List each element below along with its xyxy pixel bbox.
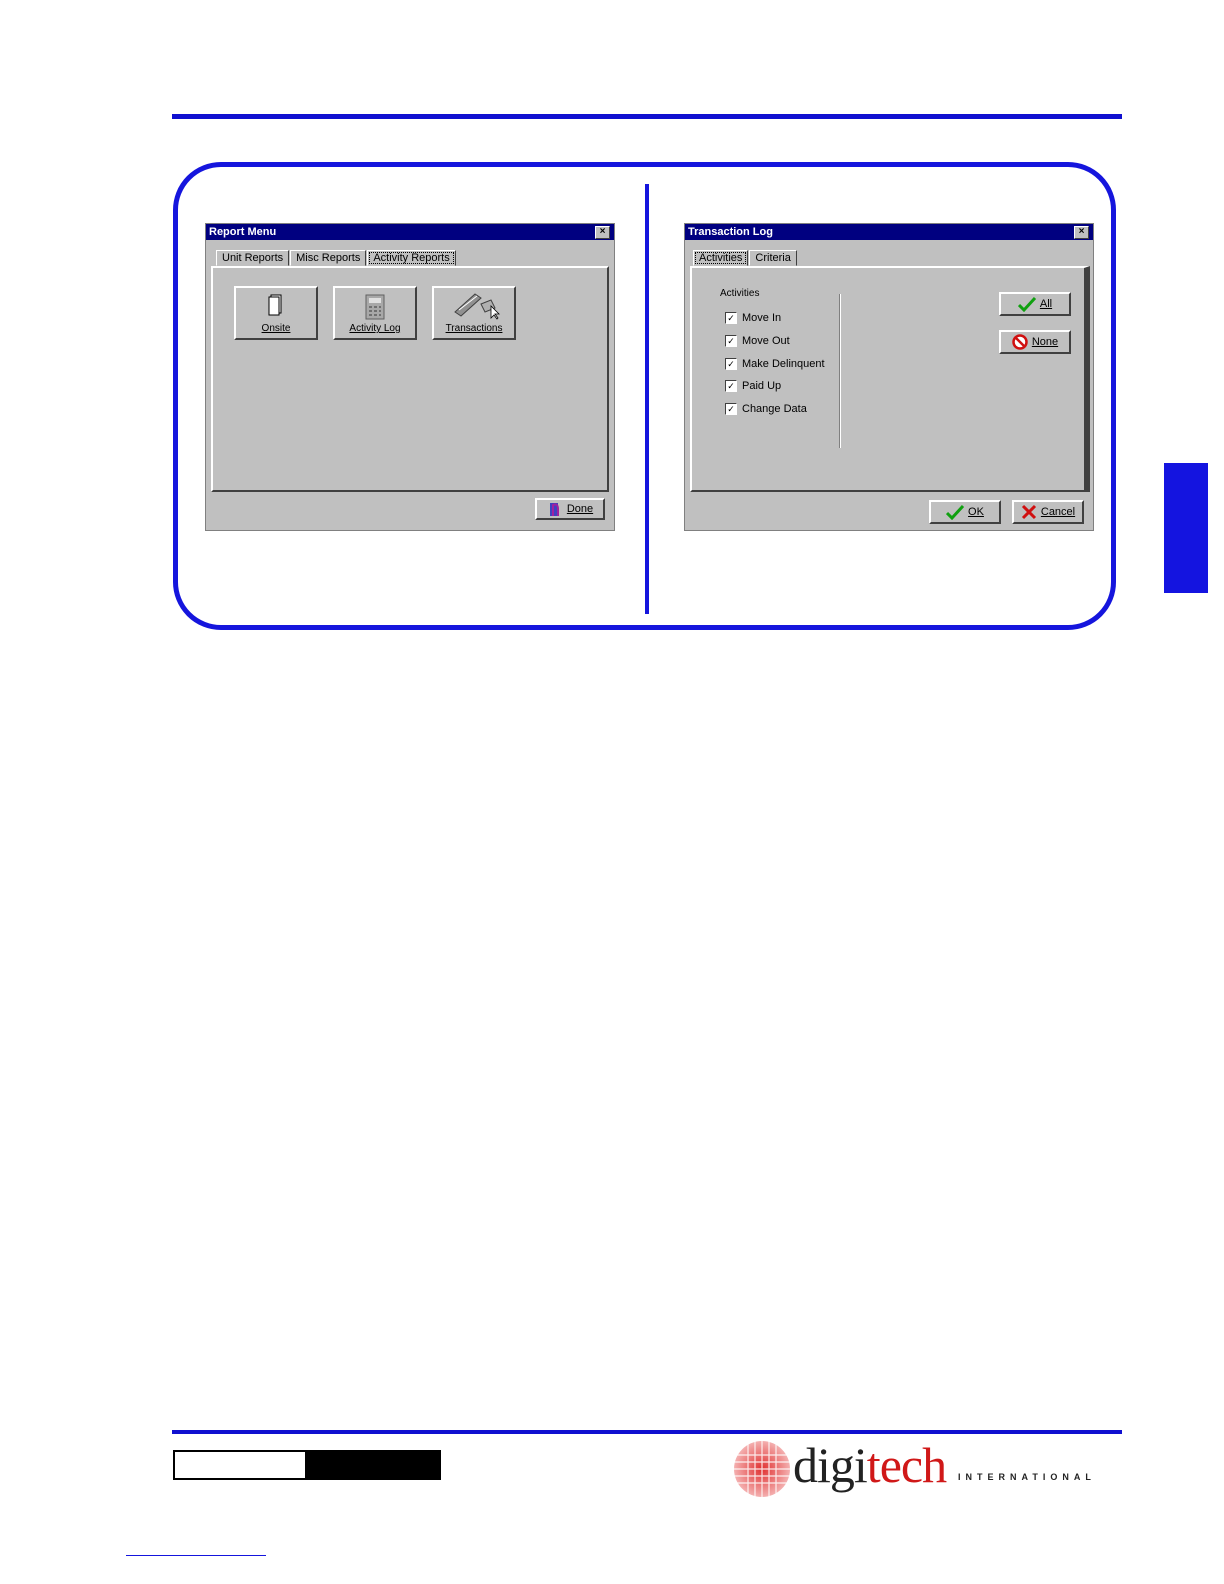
red-x-icon <box>1021 504 1036 520</box>
no-entry-icon <box>1012 334 1028 350</box>
checkbox-make-delinquent[interactable]: ✓ Make Delinquent <box>725 358 825 370</box>
none-label: None <box>1031 336 1059 348</box>
all-button[interactable]: All <box>999 292 1071 316</box>
tab-criteria[interactable]: Criteria <box>749 250 797 266</box>
report-menu-title: Report Menu <box>209 226 277 238</box>
tab-unit-reports[interactable]: Unit Reports <box>216 250 290 266</box>
paid-up-label: Paid Up <box>742 380 782 392</box>
transaction-log-panel: Activities ✓ Move In ✓ Move Out ✓ Make D… <box>690 266 1090 492</box>
group-separator <box>839 294 841 448</box>
pen-transactions-icon <box>454 293 500 320</box>
tab-activities[interactable]: Activities <box>693 250 749 266</box>
transaction-log-window: Transaction Log × Activities Criteria Ac… <box>684 223 1094 531</box>
footer-link-underline <box>126 1555 266 1556</box>
ok-label: OK <box>968 506 984 518</box>
change-data-label: Change Data <box>742 403 807 415</box>
report-menu-tabs: Unit Reports Misc Reports Activity Repor… <box>216 250 457 266</box>
move-in-label: Move In <box>742 312 782 324</box>
cancel-label: Cancel <box>1040 506 1076 518</box>
footer-black-block <box>305 1452 439 1478</box>
done-label: Done <box>566 503 594 515</box>
checkbox-paid-up[interactable]: ✓ Paid Up <box>725 380 781 392</box>
transaction-log-title: Transaction Log <box>688 226 773 238</box>
activity-log-button[interactable]: Activity Log <box>333 286 417 340</box>
check-icon: ✓ <box>725 358 737 370</box>
done-button[interactable]: Done <box>535 498 605 520</box>
transaction-log-titlebar: Transaction Log × <box>685 224 1093 240</box>
green-check-icon <box>946 504 965 520</box>
frame-divider <box>645 184 649 614</box>
logo-tagline: INTERNATIONAL <box>958 1472 1096 1482</box>
move-out-label: Move Out <box>742 335 790 347</box>
green-check-icon <box>1017 296 1036 312</box>
chapter-side-tab <box>1164 463 1208 593</box>
check-icon: ✓ <box>725 312 737 324</box>
logo-brand-red: tech <box>866 1437 947 1493</box>
transactions-button[interactable]: Transactions <box>432 286 516 340</box>
digitech-logo: digitech <box>793 1436 947 1494</box>
ok-button[interactable]: OK <box>929 500 1001 524</box>
transaction-log-tabs: Activities Criteria <box>693 250 798 266</box>
activities-group-label: Activities <box>720 288 760 299</box>
none-button[interactable]: None <box>999 330 1071 354</box>
tab-misc-reports[interactable]: Misc Reports <box>290 250 367 266</box>
report-menu-window: Report Menu × Unit Reports Misc Reports … <box>205 223 615 531</box>
globe-logo-icon <box>734 1441 790 1497</box>
document-icon <box>268 294 282 316</box>
report-menu-titlebar: Report Menu × <box>206 224 614 240</box>
tab-activity-reports[interactable]: Activity Reports <box>367 250 456 266</box>
all-label: All <box>1039 298 1053 310</box>
checkbox-move-out[interactable]: ✓ Move Out <box>725 335 790 347</box>
top-rule <box>172 114 1122 119</box>
door-icon <box>549 503 559 516</box>
activity-log-label: Activity Log <box>349 323 401 334</box>
calculator-icon <box>365 294 385 320</box>
cancel-button[interactable]: Cancel <box>1012 500 1084 524</box>
check-icon: ✓ <box>725 380 737 392</box>
make-delinquent-label: Make Delinquent <box>742 358 825 370</box>
logo-brand-dark: digi <box>793 1437 868 1493</box>
footer-page-box <box>173 1450 441 1480</box>
check-icon: ✓ <box>725 403 737 415</box>
checkbox-move-in[interactable]: ✓ Move In <box>725 312 781 324</box>
close-icon[interactable]: × <box>595 226 610 239</box>
close-icon[interactable]: × <box>1074 226 1089 239</box>
report-menu-panel: Onsite Activity Log Transactions <box>211 266 609 492</box>
transactions-label: Transactions <box>445 323 503 334</box>
bottom-rule <box>172 1430 1122 1434</box>
onsite-label: Onsite <box>261 323 291 334</box>
onsite-button[interactable]: Onsite <box>234 286 318 340</box>
checkbox-change-data[interactable]: ✓ Change Data <box>725 403 807 415</box>
check-icon: ✓ <box>725 335 737 347</box>
